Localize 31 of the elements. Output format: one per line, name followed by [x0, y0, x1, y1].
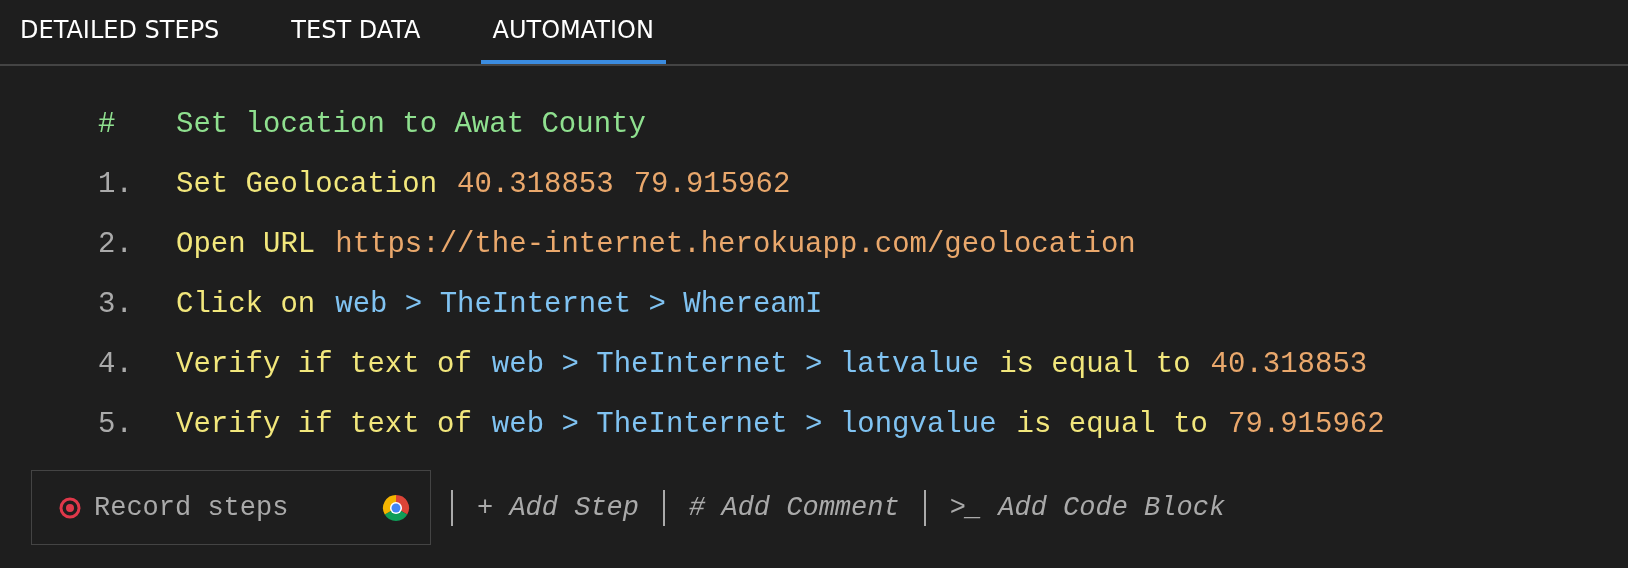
tab[interactable]: TEST DATA	[279, 0, 433, 64]
step-value: 79.915962	[633, 167, 791, 201]
tab[interactable]: DETAILED STEPS	[8, 0, 232, 64]
line-number: 1.	[98, 167, 134, 201]
comment-marker: #	[98, 107, 117, 141]
record-icon	[58, 495, 82, 520]
tab[interactable]: AUTOMATION	[480, 0, 666, 64]
step-action: Open URL	[176, 227, 316, 261]
step-value: 79.915962	[1228, 407, 1385, 441]
toolbar-action[interactable]: >_ Add Code Block	[945, 492, 1230, 523]
step-action: Verify if text of	[176, 347, 472, 381]
step-action: is equal to	[999, 347, 1191, 381]
step-value: 40.318853	[457, 167, 614, 201]
record-steps-button[interactable]: Record steps	[31, 470, 431, 545]
step-action: is equal to	[1016, 407, 1208, 441]
object-path: web > TheInternet > WhereamI	[335, 287, 823, 321]
line-number: 3.	[98, 287, 134, 321]
line-number: 2.	[98, 227, 134, 261]
line-number: 4.	[98, 347, 134, 381]
browser-icon	[382, 493, 410, 522]
comment-text: Set location to Awat County	[176, 107, 646, 141]
line-number: 5.	[98, 407, 134, 441]
step-value: 40.318853	[1210, 347, 1368, 381]
toolbar-action[interactable]: + Add Step	[473, 492, 644, 523]
step-action: Verify if text of	[176, 407, 472, 441]
step-action: Click on	[176, 287, 316, 321]
step-value: https://the-internet.herokuapp.com/geolocation	[335, 227, 1136, 261]
object-path: web > TheInternet > latvalue	[491, 347, 980, 381]
object-path: web > TheInternet > longvalue	[491, 407, 997, 441]
toolbar-action[interactable]: # Add Comment	[685, 492, 904, 523]
step-action: Set Geolocation	[176, 167, 438, 201]
